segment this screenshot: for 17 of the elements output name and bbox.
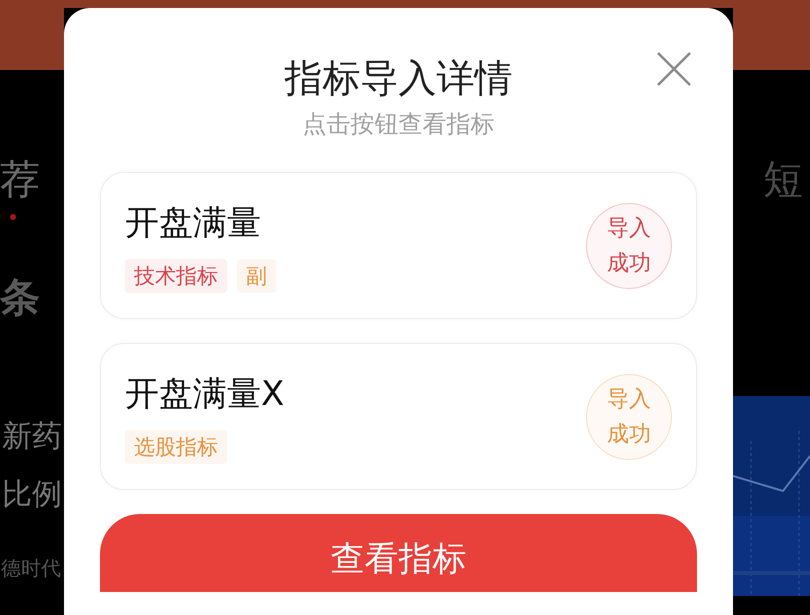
- indicator-tag: 选股指标: [125, 430, 227, 464]
- headline-text: 新药: [2, 418, 63, 456]
- indicator-tag: 副: [237, 258, 276, 292]
- tab[interactable]: 短: [763, 157, 803, 203]
- headline-text: 比例: [2, 476, 63, 514]
- close-button[interactable]: [655, 50, 693, 88]
- tab[interactable]: 荐: [0, 157, 40, 203]
- dialog-title: 指标导入详情: [284, 55, 512, 102]
- view-indicators-button[interactable]: 查看指标: [100, 514, 697, 592]
- dialog-subtitle: 点击按钮查看指标: [302, 109, 494, 140]
- close-icon: [656, 51, 692, 87]
- indicator-tag: 技术指标: [125, 258, 227, 292]
- status-badge: 导入成功: [586, 202, 672, 288]
- status-badge: 导入成功: [586, 374, 672, 460]
- indicator-name: 开盘满量: [125, 202, 262, 242]
- indicator-name: 开盘满量X: [125, 374, 284, 414]
- caption-text: 德时代: [1, 556, 61, 580]
